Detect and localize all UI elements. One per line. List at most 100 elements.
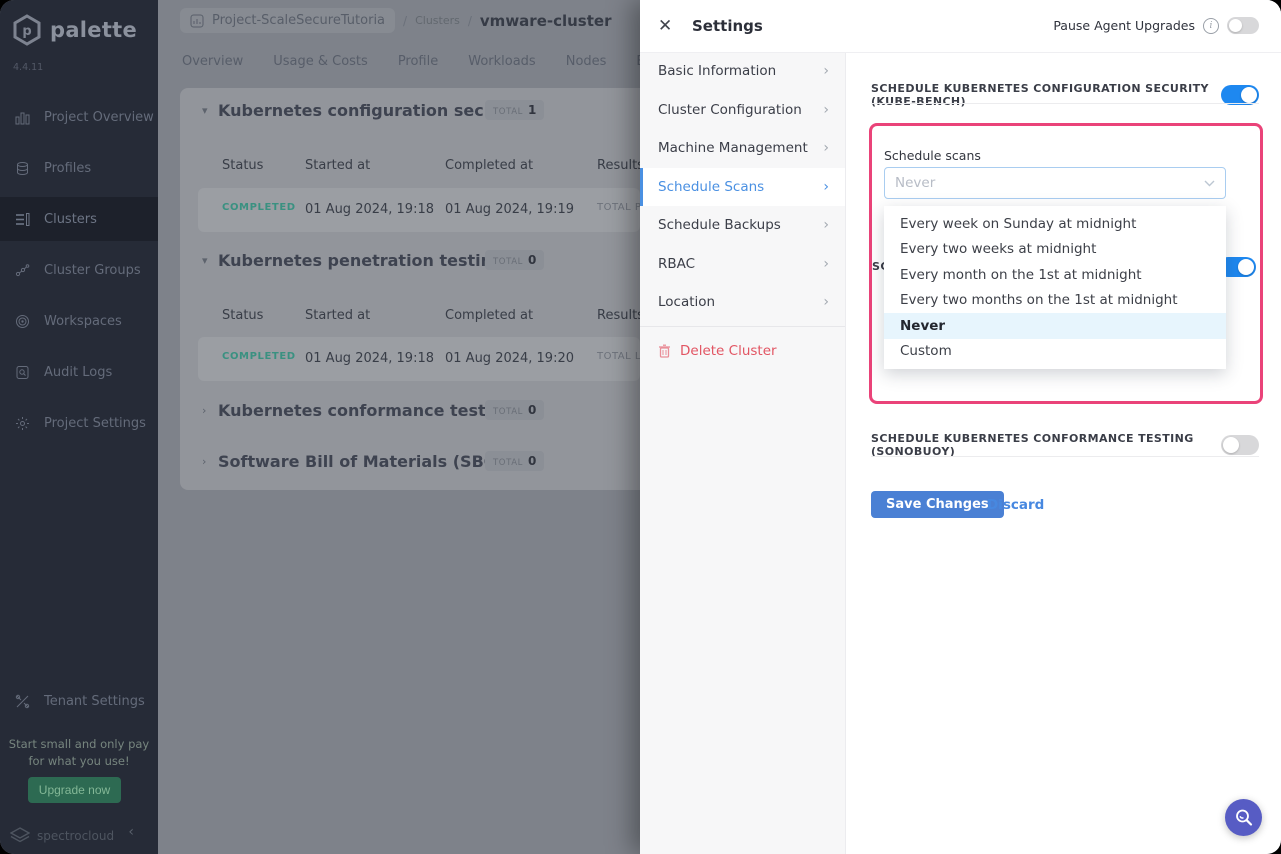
nav-item-cluster-configuration[interactable]: Cluster Configuration› [640,91,845,130]
sidebar-item-project-overview[interactable]: Project Overview [0,95,158,139]
sidebar-item-project-settings[interactable]: Project Settings [0,401,158,445]
breadcrumb-clusters[interactable]: Clusters [415,14,460,27]
breadcrumb: Project-ScaleSecureTutoria / Clusters / … [180,8,611,33]
total-badge: TOTAL 0 [485,451,544,471]
sidebar-item-tenant-settings[interactable]: Tenant Settings [0,679,158,723]
section-title: Kubernetes conformance testing [218,401,514,420]
upgrade-now-button[interactable]: Upgrade now [28,777,121,803]
chevron-right-icon: › [823,140,829,156]
nav-item-location[interactable]: Location› [640,283,845,322]
chevron-right-icon: › [823,63,829,79]
palette-hexagon-icon: p [12,14,42,46]
tab-usage-costs[interactable]: Usage & Costs [273,50,368,73]
status-badge: COMPLETED [222,202,296,213]
divider [871,456,1259,457]
breadcrumb-cluster-name: vmware-cluster [480,12,612,30]
layers-icon [13,159,31,177]
started-at: 01 Aug 2024, 19:18 [305,202,434,217]
table-row[interactable]: COMPLETED 01 Aug 2024, 19:18 01 Aug 2024… [198,337,640,381]
kube-bench-toggle[interactable] [1221,85,1259,105]
dropdown-option[interactable]: Custom [884,339,1226,365]
discard-link[interactable]: Discard [987,497,1044,513]
cluster-page: Project-ScaleSecureTutoria / Clusters / … [158,0,640,854]
drawer-nav: Basic Information› Cluster Configuration… [640,52,846,854]
divider [640,326,845,327]
sidebar-item-label: Cluster Groups [44,263,141,278]
sonobuoy-toggle[interactable] [1221,435,1259,455]
bar-chart-icon [13,108,31,126]
sidebar-collapse-chevron-icon[interactable]: ‹ [128,824,134,840]
nav-item-machine-management[interactable]: Machine Management› [640,129,845,168]
sidebar-item-clusters[interactable]: Clusters [0,197,158,241]
save-changes-button[interactable]: Save Changes [871,491,1004,518]
tab-overview[interactable]: Overview [182,50,243,73]
results-cell: TOTAL PASS [597,202,640,213]
dropdown-option[interactable]: Every two weeks at midnight [884,237,1226,263]
tools-icon [13,692,31,710]
breadcrumb-project[interactable]: Project-ScaleSecureTutoria [180,8,395,33]
settings-drawer: ✕ Settings Pause Agent Upgrades i Basic … [640,0,1281,854]
sidebar-item-label: Audit Logs [44,365,112,380]
delete-cluster-button[interactable]: Delete Cluster [640,333,845,369]
chevron-right-icon[interactable]: › [202,455,206,468]
section-title: Software Bill of Materials (SBOM) [218,452,521,471]
dropdown-option[interactable]: Every week on Sunday at midnight [884,211,1226,237]
chevron-right-icon: › [823,217,829,233]
status-badge: COMPLETED [222,351,296,362]
spectrocloud-label: spectrocloud [37,829,114,843]
scans-panel: ▾ Kubernetes configuration security TOTA… [180,88,640,490]
palette-logo: p palette [12,14,137,46]
drawer-title: Settings [692,17,763,35]
chevron-down-icon[interactable]: ▾ [202,104,208,117]
spectrocloud-logo-icon [10,827,30,845]
chevron-right-icon: › [823,294,829,310]
sidebar-item-label: Project Settings [44,416,146,431]
divider [871,103,1259,104]
nav-item-schedule-scans[interactable]: Schedule Scans› [640,168,845,207]
dropdown-option-selected[interactable]: Never [884,313,1226,339]
dropdown-option[interactable]: Every month on the 1st at midnight [884,262,1226,288]
table-row[interactable]: COMPLETED 01 Aug 2024, 19:18 01 Aug 2024… [198,188,640,232]
total-badge: TOTAL 0 [485,250,544,270]
concentric-circles-icon [13,312,31,330]
close-icon[interactable]: ✕ [658,16,672,36]
sidebar-item-label: Clusters [44,212,97,227]
tab-nodes[interactable]: Nodes [566,50,607,73]
svg-text:p: p [22,24,31,39]
pause-agent-label: Pause Agent Upgrades [1053,18,1195,33]
sidebar-item-cluster-groups[interactable]: Cluster Groups [0,248,158,292]
sidebar-item-label: Profiles [44,161,91,176]
pause-agent-toggle[interactable] [1227,17,1259,34]
schedule-scans-select[interactable]: Never [884,167,1226,199]
schedule-scans-dropdown: Every week on Sunday at midnight Every t… [884,206,1226,369]
sidebar-item-profiles[interactable]: Profiles [0,146,158,190]
nav-item-rbac[interactable]: RBAC› [640,245,845,284]
drawer-header: ✕ Settings Pause Agent Upgrades i [640,0,1281,53]
upgrade-promo-text: Start small and only pay for what you us… [0,736,158,769]
schedule-scans-label: Schedule scans [884,148,981,163]
project-chart-icon [190,14,204,28]
tab-workloads[interactable]: Workloads [468,50,535,73]
tab-profile[interactable]: Profile [398,50,438,73]
nav-item-schedule-backups[interactable]: Schedule Backups› [640,206,845,245]
sonobuoy-setting: SCHEDULE KUBERNETES CONFORMANCE TESTING … [871,432,1259,458]
info-icon[interactable]: i [1203,18,1219,34]
sidebar-item-label: Tenant Settings [44,694,145,709]
chevron-down-icon[interactable]: ▾ [202,254,208,267]
brand-name: palette [50,18,137,42]
chevron-right-icon[interactable]: › [202,404,206,417]
cluster-list-icon [13,210,31,228]
sidebar-item-audit-logs[interactable]: Audit Logs [0,350,158,394]
results-cell: TOTAL LOW [597,351,640,362]
total-badge: TOTAL 0 [485,400,544,420]
total-badge: TOTAL 1 [485,100,544,120]
pause-agent-upgrades: Pause Agent Upgrades i [1053,17,1259,34]
started-at: 01 Aug 2024, 19:18 [305,351,434,366]
sidebar: p palette 4.4.11 Project Overview Profil… [0,0,158,854]
sidebar-item-workspaces[interactable]: Workspaces [0,299,158,343]
dropdown-option[interactable]: Every two months on the 1st at midnight [884,288,1226,314]
sidebar-item-label: Project Overview [44,110,154,125]
sonobuoy-label: SCHEDULE KUBERNETES CONFORMANCE TESTING … [871,432,1221,458]
nav-item-basic-information[interactable]: Basic Information› [640,52,845,91]
feedback-search-button[interactable] [1225,799,1262,836]
